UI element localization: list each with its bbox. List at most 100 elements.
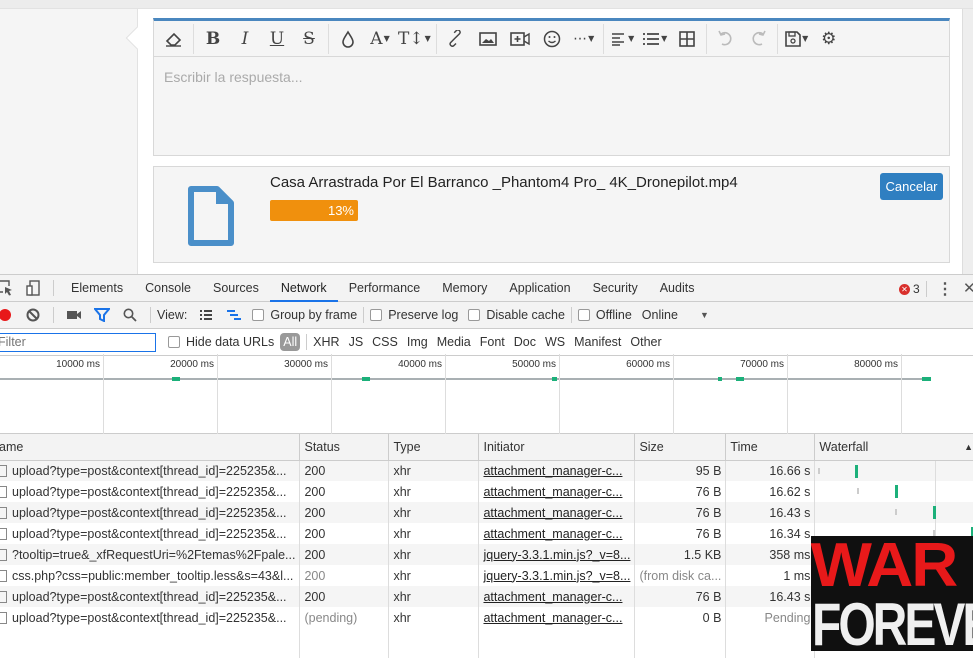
request-name[interactable]: ?tooltip=true&_xfRequestUri=%2Ftemas%2Fp… <box>0 544 301 565</box>
upload-item: Casa Arrastrada Por El Barranco _Phantom… <box>153 166 950 263</box>
request-initiator[interactable]: attachment_manager-c... <box>478 523 636 544</box>
request-name[interactable]: css.php?css=public:member_tooltip.less&s… <box>0 565 301 586</box>
request-name[interactable]: upload?type=post&context[thread_id]=2252… <box>0 460 301 481</box>
filter-js[interactable]: JS <box>349 335 364 349</box>
tab-console[interactable]: Console <box>134 275 202 302</box>
column-waterfall[interactable]: Waterfall ▲ <box>814 434 973 461</box>
italic-button[interactable]: I <box>231 26 259 52</box>
throttling-select[interactable]: Online ▼ <box>642 308 709 322</box>
waterfall-icon <box>227 310 242 320</box>
undo-button[interactable] <box>712 26 740 52</box>
filter-css[interactable]: CSS <box>372 335 398 349</box>
request-initiator[interactable]: attachment_manager-c... <box>478 460 636 481</box>
disable-cache-checkbox[interactable]: Disable cache <box>468 308 565 322</box>
inspect-element-button[interactable] <box>0 278 16 298</box>
request-time: 16.62 s <box>725 481 816 502</box>
filter-media[interactable]: Media <box>437 335 471 349</box>
hide-data-urls-checkbox[interactable]: Hide data URLs <box>168 335 274 349</box>
preserve-log-checkbox[interactable]: Preserve log <box>370 308 458 322</box>
request-row[interactable]: upload?type=post&context[thread_id]=2252… <box>0 460 973 481</box>
overview-gridline <box>103 354 104 434</box>
column-type[interactable]: Type <box>388 434 480 461</box>
clear-button[interactable] <box>22 305 44 325</box>
request-name[interactable]: upload?type=post&context[thread_id]=2252… <box>0 502 301 523</box>
emoji-button[interactable] <box>538 26 566 52</box>
column-initiator[interactable]: Initiator <box>478 434 636 461</box>
filter-font[interactable]: Font <box>480 335 505 349</box>
request-name[interactable]: upload?type=post&context[thread_id]=2252… <box>0 481 301 502</box>
error-counter[interactable]: ✕ 3 <box>899 282 920 296</box>
request-initiator[interactable]: attachment_manager-c... <box>478 586 636 607</box>
tab-network[interactable]: Network <box>269 275 338 302</box>
filter-toggle-button[interactable] <box>91 305 113 325</box>
tab-elements[interactable]: Elements <box>60 275 134 302</box>
request-initiator[interactable]: attachment_manager-c... <box>478 607 636 628</box>
tab-application[interactable]: Application <box>498 275 581 302</box>
filter-doc[interactable]: Doc <box>514 335 536 349</box>
more-menu-icon[interactable]: ⋮ <box>937 279 953 299</box>
filter-all[interactable]: All <box>280 333 301 351</box>
page-scrollbar[interactable] <box>962 9 973 274</box>
cancel-upload-button[interactable]: Cancelar <box>880 173 943 200</box>
drafts-button[interactable]: ▼ <box>783 26 811 52</box>
filter-xhr[interactable]: XHR <box>313 335 339 349</box>
capture-screenshots-button[interactable] <box>63 305 85 325</box>
reply-textarea[interactable]: Escribir la respuesta... <box>164 69 303 85</box>
request-initiator[interactable]: jquery-3.3.1.min.js?_v=8... <box>478 565 636 586</box>
close-devtools-icon[interactable]: ✕ <box>963 279 973 297</box>
align-button[interactable]: ▼ <box>609 26 637 52</box>
reply-editor[interactable]: B I U S A ▼ T↕ ▼ ⋯ ▼ ▼ ▼ ▼ ⚙ Escribir la re <box>153 18 950 156</box>
strikethrough-button[interactable]: S <box>295 26 323 52</box>
font-family-button[interactable]: A ▼ <box>366 26 394 52</box>
request-initiator[interactable]: jquery-3.3.1.min.js?_v=8... <box>478 544 636 565</box>
large-rows-button[interactable] <box>195 305 217 325</box>
search-button[interactable] <box>119 305 141 325</box>
group-by-frame-checkbox[interactable]: Group by frame <box>252 308 357 322</box>
insert-image-button[interactable] <box>474 26 502 52</box>
redo-button[interactable] <box>744 26 772 52</box>
font-size-button[interactable]: T↕ ▼ <box>398 26 431 52</box>
filter-ws[interactable]: WS <box>545 335 565 349</box>
chevron-down-icon: ▼ <box>383 34 390 43</box>
toolbar-divider <box>602 23 604 54</box>
request-row[interactable]: upload?type=post&context[thread_id]=2252… <box>0 502 973 523</box>
eraser-icon <box>165 32 182 47</box>
column-status[interactable]: Status <box>299 434 390 461</box>
tab-sources[interactable]: Sources <box>202 275 270 302</box>
filter-manifest[interactable]: Manifest <box>574 335 621 349</box>
more-options-button[interactable]: ⋯ ▼ <box>570 26 598 52</box>
offline-checkbox[interactable]: Offline <box>577 308 632 322</box>
request-row[interactable]: upload?type=post&context[thread_id]=2252… <box>0 481 973 502</box>
tab-audits[interactable]: Audits <box>649 275 706 302</box>
tab-security[interactable]: Security <box>582 275 649 302</box>
column-size[interactable]: Size <box>634 434 727 461</box>
filter-other[interactable]: Other <box>630 335 661 349</box>
list-button[interactable]: ▼ <box>641 26 669 52</box>
request-name[interactable]: upload?type=post&context[thread_id]=2252… <box>0 607 301 628</box>
record-button[interactable] <box>0 305 16 325</box>
undo-icon <box>718 30 732 45</box>
clear-formatting-button[interactable] <box>160 26 188 52</box>
filter-input[interactable] <box>0 332 156 352</box>
request-name[interactable]: upload?type=post&context[thread_id]=2252… <box>0 523 301 544</box>
underline-button[interactable]: U <box>263 26 291 52</box>
device-toolbar-button[interactable] <box>22 278 44 298</box>
insert-media-button[interactable] <box>506 26 534 52</box>
bold-button[interactable]: B <box>199 26 227 52</box>
text-color-button[interactable] <box>334 26 362 52</box>
request-initiator[interactable]: attachment_manager-c... <box>478 481 636 502</box>
network-overview[interactable]: 10000 ms 20000 ms 30000 ms 40000 ms 50000 ms… <box>0 354 973 434</box>
tab-memory[interactable]: Memory <box>431 275 498 302</box>
request-initiator[interactable]: attachment_manager-c... <box>478 502 636 523</box>
request-name[interactable]: upload?type=post&context[thread_id]=2252… <box>0 586 301 607</box>
insert-table-button[interactable] <box>673 26 701 52</box>
settings-button[interactable]: ⚙ <box>815 26 843 52</box>
column-time[interactable]: Time <box>725 434 816 461</box>
insert-link-button[interactable] <box>442 26 470 52</box>
tab-performance[interactable]: Performance <box>338 275 432 302</box>
filter-img[interactable]: Img <box>407 335 428 349</box>
request-time: 16.66 s <box>725 460 816 481</box>
empty-cell <box>388 628 480 658</box>
column-name[interactable]: Name <box>0 434 301 461</box>
waterfall-view-button[interactable] <box>223 305 245 325</box>
